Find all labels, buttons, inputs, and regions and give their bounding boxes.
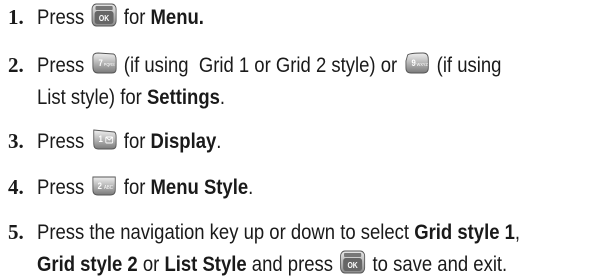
step-text-part: for [123, 5, 146, 29]
step-number: 2. [8, 53, 24, 77]
key-sub-label: PQRS [104, 62, 115, 67]
step-text-part: Press [37, 175, 85, 199]
step-text-part: and press [251, 252, 334, 276]
menu-term: Grid style 1 [414, 220, 515, 244]
1-voicemail-key-icon: 1 [91, 127, 117, 151]
step-text-line-2: Grid style 2 or List Style and press OK … [37, 248, 507, 280]
menu-term: Display [150, 129, 217, 153]
step-text: Press 1 for Display. [37, 125, 513, 157]
9-key-graphic: 9 WXYZ [405, 52, 429, 74]
step-text-part: Press [37, 5, 85, 29]
step-text-part: (if using Grid 1 or Grid 2 style) or [123, 53, 398, 77]
step-text-line-2: List style) for Settings. [37, 81, 225, 113]
step-number: 4. [8, 175, 24, 199]
key-label: 1 [98, 133, 103, 144]
menu-term: List Style [164, 252, 247, 276]
menu-term: Settings [146, 85, 220, 109]
key-label: OK [348, 260, 359, 270]
key-label: 2 [98, 180, 103, 191]
step-text-part: to save and exit. [372, 252, 508, 276]
menu-ok-key-icon: OK [340, 250, 366, 274]
key-sub-label: ABC [104, 185, 113, 190]
step-text-part: Press the navigation key up or down to s… [37, 220, 410, 244]
step-number: 3. [8, 129, 24, 153]
step-text-part: . [219, 85, 226, 109]
step-text-part: for [123, 175, 146, 199]
menu-term: Menu. [150, 5, 204, 29]
step-text-part: . [216, 129, 222, 153]
step-text: Press OK for Menu. [37, 1, 513, 33]
key-label: OK [99, 13, 110, 23]
2-abc-key-icon: 2 ABC [91, 173, 117, 197]
step-text-part: , [514, 220, 521, 244]
step-text-part: . [248, 175, 254, 199]
step-text: Press 7 PQRS (if using Grid 1 or Grid 2 … [37, 49, 513, 81]
step-text-part: Press [37, 129, 85, 153]
7-pqrs-key-icon: 7 PQRS [91, 51, 117, 75]
menu-ok-key-graphic: OK [91, 3, 117, 27]
step-text-part: or [142, 252, 160, 276]
7-key-graphic: 7 PQRS [92, 52, 117, 74]
menu-ok-key-icon: OK [91, 3, 117, 27]
step-text: Press 2 ABC for Menu Style. [37, 171, 513, 203]
9-wxyz-key-icon: 9 WXYZ [404, 51, 430, 75]
2-key-graphic: 2 ABC [92, 176, 116, 196]
key-label: 9 [411, 57, 416, 68]
step-text-part: for [123, 129, 146, 153]
1-key-graphic: 1 [93, 129, 117, 150]
step-text-part: List style) for [37, 85, 142, 109]
menu-term: Grid style 2 [37, 252, 138, 276]
key-sub-label: WXYZ [416, 62, 428, 67]
menu-ok-key-graphic: OK [340, 250, 366, 274]
step-text-part: Press [37, 53, 85, 77]
step-text-part: (if using [436, 53, 502, 77]
menu-term: Menu Style [150, 175, 249, 199]
step-text: Press the navigation key up or down to s… [37, 216, 520, 248]
step-number: 1. [8, 5, 24, 29]
key-label: 7 [98, 57, 103, 68]
step-number: 5. [8, 220, 24, 244]
